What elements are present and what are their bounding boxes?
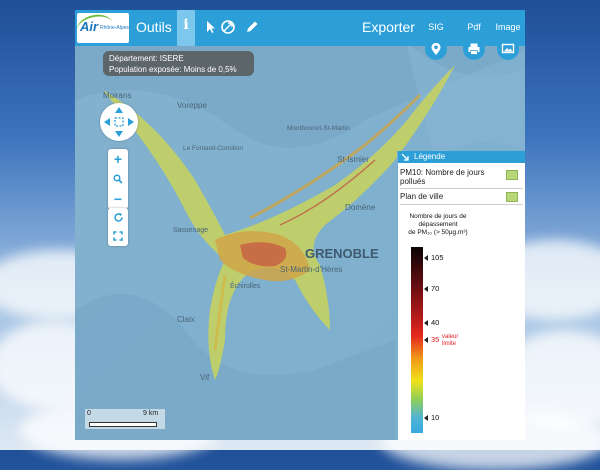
map-label: St-Ismier	[337, 155, 369, 164]
map-label: St-Martin-d'Hères	[280, 265, 342, 274]
collapse-arrow-icon[interactable]	[401, 153, 409, 161]
legend-title: Légende	[414, 152, 446, 161]
logo-brand: Air	[80, 19, 99, 34]
info-button[interactable]: i	[177, 10, 195, 46]
scale-bar: 0 9 km	[85, 409, 165, 429]
export-label: Exporter	[362, 19, 415, 35]
layer-swatch-icon	[506, 192, 518, 202]
pencil-icon[interactable]	[244, 19, 260, 35]
fullscreen-button[interactable]	[108, 226, 128, 246]
tooltip-population: Population exposée: Moins de 0,5%	[109, 65, 237, 74]
colorbar-tick: 70	[424, 284, 439, 293]
pan-control[interactable]	[100, 103, 138, 141]
colorbar-tick: 105	[424, 253, 444, 262]
legend-layer-label: PM10: Nombre de jours pollués	[400, 168, 485, 186]
layer-swatch-icon	[506, 170, 518, 180]
tooltip-department: Département: ISERE	[109, 54, 184, 63]
pan-down-arrow-icon[interactable]	[115, 131, 123, 137]
top-toolbar: Air Rhône-Alpes Outils i Exporter SIG Pd…	[75, 10, 525, 46]
zoom-search-button[interactable]	[108, 169, 128, 189]
legend-panel: Légende PM10: Nombre de jours pollués Pl…	[397, 151, 525, 440]
view-controls	[108, 208, 128, 246]
export-image-button[interactable]: Image	[487, 10, 525, 56]
fullscreen-icon	[113, 231, 123, 241]
map-label: Voreppe	[177, 101, 207, 110]
colorbar-title-line: dépassement	[418, 221, 458, 228]
limit-value-label: valeur limite	[442, 334, 459, 347]
map-label: Le Fontanil-Cornillon	[183, 145, 243, 152]
colorbar-title-line: Nombre de jours de	[409, 213, 467, 220]
legend-divider	[400, 188, 523, 189]
legend-divider	[400, 204, 523, 205]
info-tooltip: Département: ISERE Population exposée: M…	[103, 51, 254, 76]
map-label: Sassenage	[173, 227, 208, 234]
zoom-in-button[interactable]: +	[108, 149, 128, 169]
colorbar-tick: 40	[424, 318, 439, 327]
legend-layer-label: Plan de ville	[400, 192, 444, 201]
export-image-label: Image	[495, 22, 521, 32]
map-label: Claix	[177, 315, 195, 324]
map-label-city: GRENOBLE	[305, 246, 379, 261]
measure-icon[interactable]	[220, 19, 236, 35]
legend-layer-pm10[interactable]: PM10: Nombre de jours pollués	[400, 168, 522, 186]
scale-start: 0	[87, 410, 91, 417]
logo-subtitle: Rhône-Alpes	[100, 25, 129, 31]
refresh-icon	[113, 212, 123, 222]
colorbar	[411, 247, 423, 433]
legend-header[interactable]: Légende	[398, 151, 525, 163]
pointer-icon[interactable]	[203, 19, 219, 35]
pan-center-icon[interactable]	[114, 117, 124, 127]
map-label: Moirans	[103, 91, 131, 100]
map-label: Montbonnot-St-Martin	[287, 125, 350, 132]
magnifier-icon	[113, 174, 123, 184]
colorbar-tick-limit: 35	[424, 335, 439, 344]
legend-layer-plan[interactable]: Plan de ville	[400, 192, 522, 202]
map-label: Échirolles	[230, 281, 261, 290]
pan-left-arrow-icon[interactable]	[104, 118, 110, 126]
map-label: Domène	[345, 203, 376, 212]
colorbar-title: Nombre de jours de dépassement de PM₁₀ (…	[398, 213, 478, 237]
map-application: Moirans Voreppe Le Fontanil-Cornillon St…	[75, 10, 525, 440]
air-rhone-alpes-logo[interactable]: Air Rhône-Alpes	[75, 11, 129, 43]
pan-right-arrow-icon[interactable]	[128, 118, 134, 126]
export-sig-button[interactable]: SIG	[415, 10, 457, 56]
colorbar-tick: 10	[424, 413, 439, 422]
tools-menu[interactable]: Outils	[136, 19, 172, 35]
pan-up-arrow-icon[interactable]	[115, 107, 123, 113]
colorbar-title-line: de PM₁₀ (> 50µg.m³)	[408, 229, 468, 236]
scale-end: 9 km	[143, 410, 159, 417]
zoom-controls: + −	[108, 149, 128, 209]
refresh-button[interactable]	[108, 208, 128, 228]
map-label: Vif	[200, 373, 210, 382]
export-sig-label: SIG	[428, 22, 444, 32]
zoom-out-button[interactable]: −	[108, 189, 128, 209]
